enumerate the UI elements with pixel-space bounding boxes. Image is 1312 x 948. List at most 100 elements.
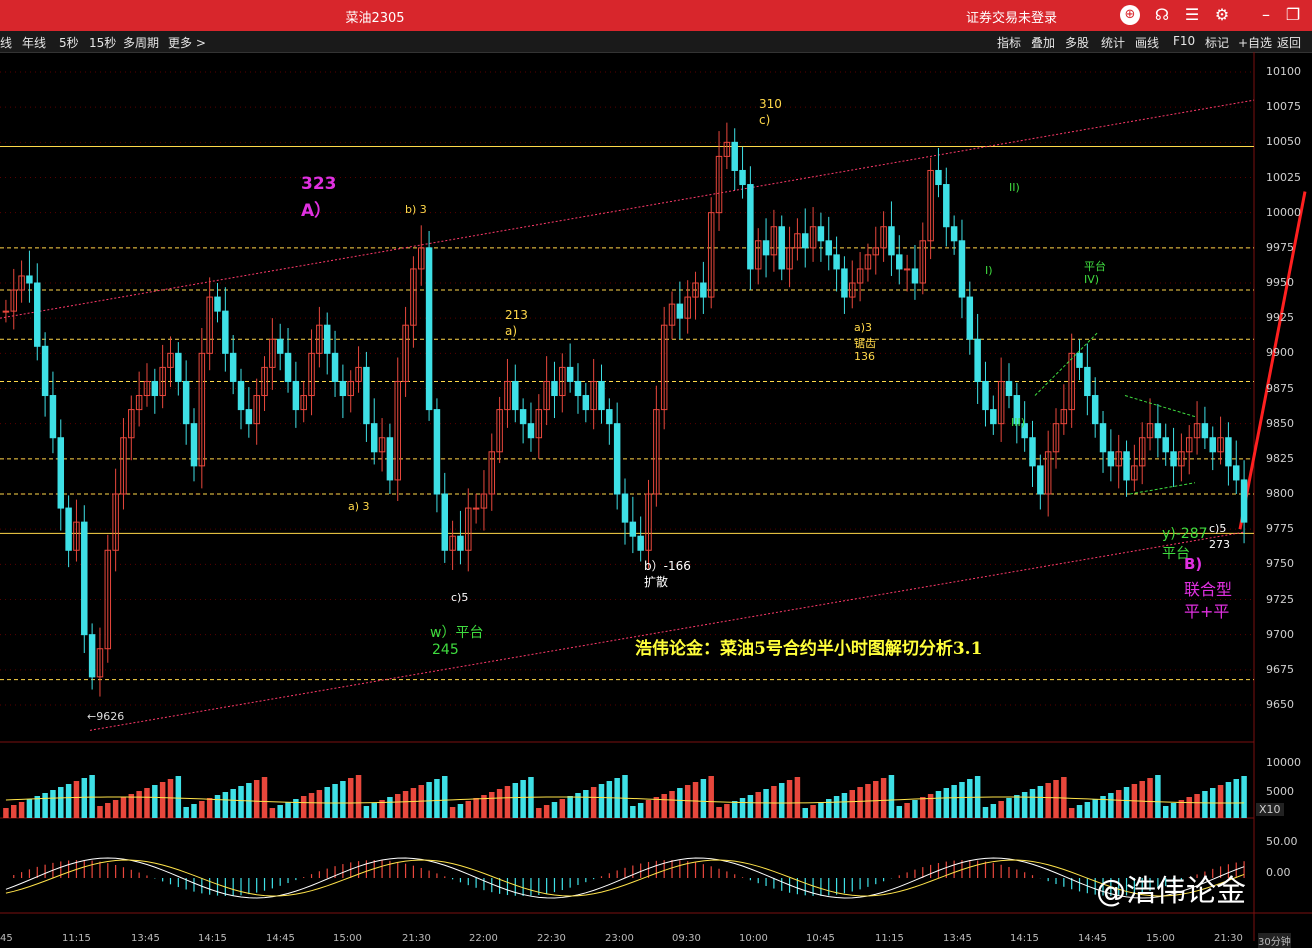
volume-bar xyxy=(787,780,792,818)
candle-down xyxy=(246,410,251,424)
macd-bar xyxy=(828,878,829,896)
macd-bar xyxy=(162,878,163,881)
volume-bar xyxy=(466,801,471,818)
candle-down xyxy=(1202,424,1207,438)
headset-icon[interactable]: ☊ xyxy=(1152,5,1172,25)
minimize-icon[interactable]: – xyxy=(1256,5,1276,25)
period-year[interactable]: 年线 xyxy=(22,34,46,51)
volume-bar xyxy=(356,775,361,818)
candle-down xyxy=(183,381,188,423)
candle-down xyxy=(748,185,753,269)
candle-down xyxy=(1234,466,1239,480)
macd-bar xyxy=(452,878,453,879)
volume-bar xyxy=(944,788,949,818)
volume-bar xyxy=(121,797,126,818)
macd-bar xyxy=(852,878,853,892)
tool-mark[interactable]: 标记 xyxy=(1205,34,1229,51)
volume-bar xyxy=(583,790,588,818)
macd-bar xyxy=(248,878,249,894)
volume-bar xyxy=(1014,795,1019,818)
price-tick: 10025 xyxy=(1266,171,1301,184)
volume-bar xyxy=(371,803,376,818)
volume-bar xyxy=(834,796,839,818)
broker-icon[interactable]: ⊕ xyxy=(1120,5,1140,25)
volume-bar xyxy=(1077,805,1082,818)
macd-bar xyxy=(726,871,727,878)
volume-bar xyxy=(144,788,149,818)
candle-down xyxy=(1038,466,1043,494)
login-status[interactable]: 证券交易未登录 xyxy=(966,7,1057,26)
macd-bar xyxy=(499,878,500,894)
volume-bar xyxy=(19,802,24,818)
message-icon[interactable]: ☰ xyxy=(1182,5,1202,25)
settings-icon[interactable]: ⚙ xyxy=(1212,5,1232,25)
macd-bar xyxy=(217,878,218,896)
macd-bar xyxy=(68,861,69,878)
candle-down xyxy=(82,522,87,635)
volume-bar xyxy=(638,803,643,818)
price-chart[interactable] xyxy=(0,52,1312,941)
tool-indicator[interactable]: 指标 xyxy=(997,34,1021,51)
candle-down xyxy=(614,424,619,494)
price-tick: 9725 xyxy=(1266,593,1294,606)
macd-bar xyxy=(624,868,625,878)
volume-bar xyxy=(1234,779,1239,818)
tool-back[interactable]: 返回 xyxy=(1277,34,1301,51)
period-line[interactable]: 线 xyxy=(0,34,12,51)
macd-bar xyxy=(123,867,124,878)
candle-down xyxy=(818,227,823,241)
macd-bar xyxy=(523,878,524,896)
candle-down xyxy=(622,494,627,522)
wave-diverge-label: 扩散 xyxy=(644,573,668,590)
tool-add-watchlist[interactable]: +自选 xyxy=(1238,34,1272,51)
wave-a3-mid-label: a)3 xyxy=(854,321,872,334)
volume-bar xyxy=(763,789,768,818)
volume-bar xyxy=(591,787,596,818)
triangle-line xyxy=(1130,483,1195,494)
tool-f10[interactable]: F10 xyxy=(1173,34,1195,48)
wave-213-label: 213 xyxy=(505,308,528,322)
time-tick: 15:00 xyxy=(333,933,362,944)
period-5s[interactable]: 5秒 xyxy=(59,34,79,51)
wave-a-label: A） xyxy=(301,196,331,221)
macd-bar xyxy=(1016,870,1017,878)
candle-down xyxy=(552,381,557,395)
macd-bar xyxy=(593,878,594,879)
candle-down xyxy=(897,255,902,269)
volume-bar xyxy=(74,781,79,818)
tool-draw[interactable]: 画线 xyxy=(1135,34,1159,51)
candle-down xyxy=(826,241,831,255)
macd-bar xyxy=(476,878,477,888)
macd-bar xyxy=(554,878,555,892)
tool-stats[interactable]: 统计 xyxy=(1101,34,1125,51)
macd-bar xyxy=(272,878,273,888)
candle-down xyxy=(959,241,964,297)
candle-down xyxy=(991,410,996,424)
wave-273-label: 273 xyxy=(1209,538,1230,551)
tool-multi-stock[interactable]: 多股 xyxy=(1065,34,1089,51)
volume-bar xyxy=(748,795,753,818)
price-tick: 10075 xyxy=(1266,100,1301,113)
period-15s[interactable]: 15秒 xyxy=(89,34,116,51)
volume-bar xyxy=(42,793,47,818)
more-periods[interactable]: 更多 > xyxy=(168,34,206,51)
wave-b-big-label: B) xyxy=(1184,555,1202,573)
wave-a-small-label: a) xyxy=(505,324,517,338)
volume-bar xyxy=(1202,791,1207,818)
volume-bar xyxy=(403,791,408,818)
macd-bar xyxy=(287,878,288,883)
time-tick: 14:45 xyxy=(1078,933,1107,944)
price-tick: 9900 xyxy=(1266,346,1294,359)
restore-icon[interactable]: ❐ xyxy=(1283,5,1303,25)
candle-down xyxy=(732,142,737,170)
macd-bar xyxy=(264,878,265,891)
volume-bar xyxy=(552,802,557,818)
tool-overlay[interactable]: 叠加 xyxy=(1031,34,1055,51)
volume-bar xyxy=(136,791,141,818)
multi-period[interactable]: 多周期 xyxy=(123,34,159,51)
time-tick: 11:15 xyxy=(875,933,904,944)
volume-bar xyxy=(912,800,917,818)
macd-bar xyxy=(209,878,210,895)
price-tick: 10100 xyxy=(1266,65,1301,78)
macd-bar xyxy=(1063,878,1064,887)
